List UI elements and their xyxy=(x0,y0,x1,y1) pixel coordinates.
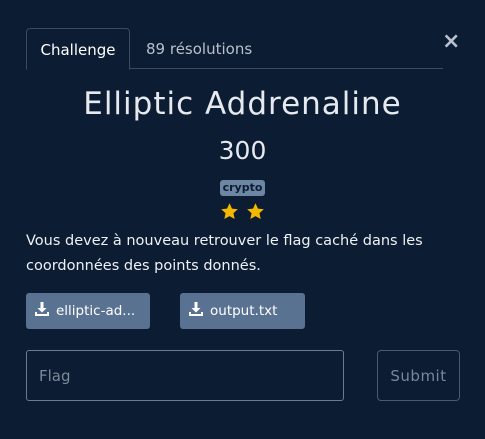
star-icon xyxy=(221,203,238,220)
file-name: elliptic-ad... xyxy=(56,303,136,319)
star-icon xyxy=(247,203,264,220)
download-icon xyxy=(35,302,49,316)
challenge-description: Vous devez à nouveau retrouver le flag c… xyxy=(26,233,423,274)
category-tag: crypto xyxy=(220,180,265,196)
flag-input[interactable] xyxy=(26,350,344,401)
file-download-button[interactable]: output.txt xyxy=(180,293,305,329)
difficulty-stars xyxy=(0,202,485,221)
close-icon[interactable]: × xyxy=(442,30,460,54)
challenge-title: Elliptic Addrenaline xyxy=(83,86,402,122)
file-name: output.txt xyxy=(210,303,278,319)
tab-solves[interactable]: 89 résolutions xyxy=(146,28,252,70)
submit-button[interactable]: Submit xyxy=(377,350,460,401)
tab-challenge[interactable]: Challenge xyxy=(26,28,130,70)
tab-bar: Challenge 89 résolutions xyxy=(26,28,443,70)
challenge-points: 300 xyxy=(218,136,267,165)
file-download-button[interactable]: elliptic-ad... xyxy=(26,293,150,329)
download-icon xyxy=(189,302,203,316)
challenge-modal: × Challenge 89 résolutions Elliptic Addr… xyxy=(0,0,485,439)
